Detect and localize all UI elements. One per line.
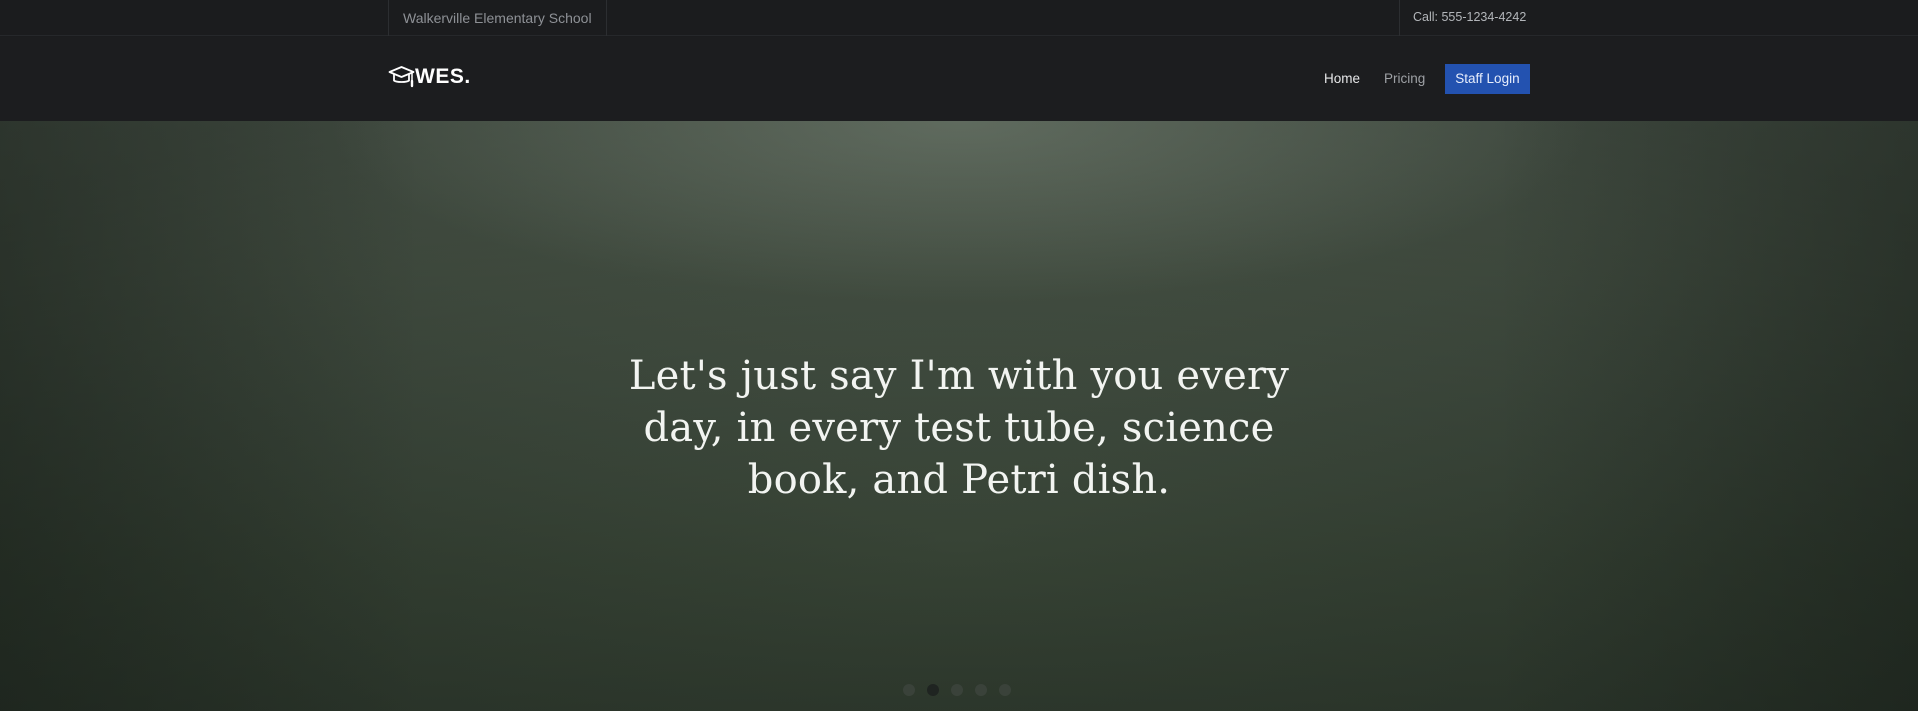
nav-link-pricing[interactable]: Pricing <box>1372 64 1437 94</box>
graduation-cap-icon <box>388 66 415 88</box>
main-navbar: WES. Home Pricing Staff Login <box>0 37 1918 121</box>
carousel-dot-3[interactable] <box>951 684 963 696</box>
phone-number: Call: 555-1234-4242 <box>1399 0 1539 36</box>
carousel-indicators <box>903 684 1011 696</box>
site-logo[interactable]: WES. <box>388 64 471 90</box>
carousel-dot-2[interactable] <box>927 684 939 696</box>
nav-link-home[interactable]: Home <box>1312 64 1372 94</box>
hero-carousel: Let's just say I'm with you every day, i… <box>0 121 1918 711</box>
carousel-dot-5[interactable] <box>999 684 1011 696</box>
carousel-dot-4[interactable] <box>975 684 987 696</box>
staff-login-button[interactable]: Staff Login <box>1445 64 1530 94</box>
carousel-dot-1[interactable] <box>903 684 915 696</box>
hero-quote: Let's just say I'm with you every day, i… <box>628 353 1290 503</box>
school-name: Walkerville Elementary School <box>388 0 607 36</box>
logo-text: WES. <box>415 65 471 88</box>
top-info-bar: Walkerville Elementary School Call: 555-… <box>0 0 1918 36</box>
nav-menu: Home Pricing Staff Login <box>1312 64 1530 94</box>
